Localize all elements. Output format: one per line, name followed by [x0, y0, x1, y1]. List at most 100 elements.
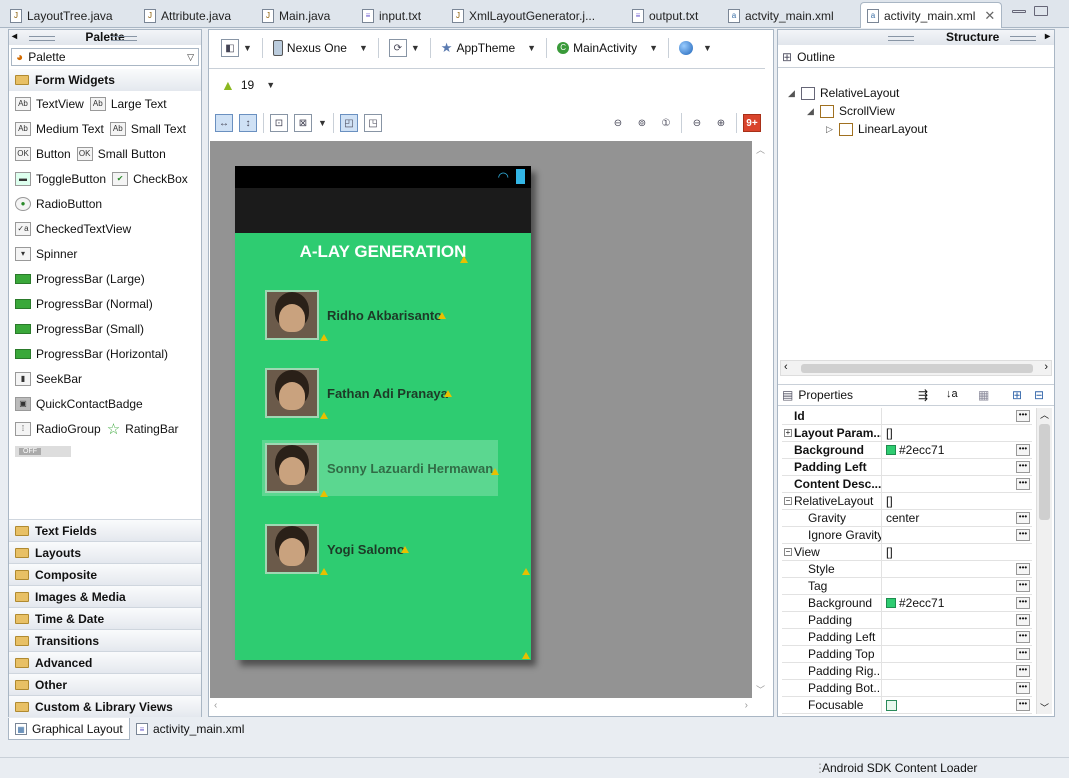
- sort-az-icon[interactable]: ↓a: [946, 388, 958, 400]
- widget-medium-text[interactable]: Ab Medium Text: [15, 121, 104, 136]
- collapse-icon[interactable]: −: [784, 548, 792, 556]
- widget-small-button[interactable]: OK Small Button: [76, 146, 166, 161]
- more-button[interactable]: •••: [1016, 614, 1030, 626]
- tab-activity-main-xml[interactable]: a activity_main.xml ✕: [860, 2, 1003, 28]
- prop-row-gravity[interactable]: Gravity center •••: [782, 510, 1032, 527]
- theme-dropdown[interactable]: ★ AppTheme ▼: [437, 37, 540, 59]
- tab-input-txt[interactable]: ≡ input.txt: [356, 4, 427, 28]
- prop-row-focusable[interactable]: Focusable •••: [782, 697, 1032, 714]
- collapse-left-icon[interactable]: ◂: [12, 30, 17, 44]
- zoom-real-icon[interactable]: ⊚: [633, 114, 651, 132]
- zoom-in-icon[interactable]: ⊕: [712, 114, 730, 132]
- widget-radiobutton[interactable]: ● RadioButton: [15, 196, 102, 211]
- scroll-thumb[interactable]: [801, 364, 1033, 373]
- widget-checkedtextview[interactable]: ✓a CheckedTextView: [15, 221, 131, 236]
- layout-right-icon[interactable]: ◳: [363, 114, 382, 132]
- prop-row-style[interactable]: Style •••: [782, 561, 1032, 578]
- scroll-down-icon[interactable]: ﹀: [756, 683, 765, 696]
- scroll-right-icon[interactable]: ›: [745, 700, 748, 711]
- widget-togglebutton[interactable]: ▬ ToggleButton: [15, 171, 106, 186]
- category-other[interactable]: Other: [9, 673, 201, 695]
- prop-value[interactable]: [882, 697, 1032, 713]
- prop-row-id[interactable]: Id •••: [782, 408, 1032, 425]
- scroll-thumb[interactable]: [1039, 424, 1050, 520]
- expand-all-icon[interactable]: ⊞: [1012, 388, 1022, 402]
- align-icon[interactable]: ⊠: [294, 114, 312, 132]
- prop-row-tag[interactable]: Tag •••: [782, 578, 1032, 595]
- activity-dropdown[interactable]: C MainActivity ▼: [553, 37, 662, 59]
- config-dropdown[interactable]: ◧ ▼: [217, 37, 256, 59]
- prop-row-content-desc[interactable]: Content Desc... •••: [782, 476, 1032, 493]
- more-button[interactable]: •••: [1016, 699, 1030, 711]
- expand-icon[interactable]: +: [784, 429, 792, 437]
- scroll-up-icon[interactable]: ︿: [756, 143, 765, 156]
- prop-row-ignore-gravity[interactable]: Ignore Gravity •••: [782, 527, 1032, 544]
- api-level-dropdown[interactable]: ▲ 19 ▼: [221, 77, 275, 93]
- category-transitions[interactable]: Transitions: [9, 629, 201, 651]
- widget-spinner[interactable]: ▾ Spinner: [15, 246, 77, 261]
- category-form-widgets[interactable]: Form Widgets: [9, 69, 201, 91]
- person-row[interactable]: Fathan Adi Pranaya: [265, 365, 501, 421]
- prop-group-view[interactable]: − View[]: [782, 544, 1032, 561]
- width-fill-icon[interactable]: ↔: [215, 114, 233, 132]
- category-custom-library-views[interactable]: Custom & Library Views: [9, 695, 201, 717]
- collapse-right-icon[interactable]: ▸: [1045, 30, 1050, 44]
- category-text-fields[interactable]: Text Fields: [9, 519, 201, 541]
- prop-row-padding-left[interactable]: Padding Left •••: [782, 459, 1032, 476]
- scroll-up-icon[interactable]: ︿: [1040, 408, 1049, 421]
- more-button[interactable]: •••: [1016, 410, 1030, 422]
- person-row[interactable]: Ridho Akbarisanto: [265, 287, 501, 343]
- expert-props-icon[interactable]: ⇶: [918, 388, 928, 402]
- more-button[interactable]: •••: [1016, 512, 1030, 524]
- widget-button[interactable]: OK Button: [15, 146, 71, 161]
- device-dropdown[interactable]: Nexus One ▼: [269, 37, 372, 59]
- canvas-vertical-scrollbar[interactable]: ︿ ﹀: [752, 141, 770, 698]
- more-button[interactable]: •••: [1016, 631, 1030, 643]
- maximize-icon[interactable]: [1034, 6, 1048, 16]
- height-fill-icon[interactable]: ↕: [239, 114, 257, 132]
- more-button[interactable]: •••: [1016, 444, 1030, 456]
- scroll-left-icon[interactable]: ‹: [784, 361, 788, 373]
- collapse-all-icon[interactable]: ⊟: [1034, 388, 1044, 402]
- prop-row-padding-left-2[interactable]: Padding Left •••: [782, 629, 1032, 646]
- widget-small-text[interactable]: Ab Small Text: [109, 121, 186, 136]
- widget-seekbar[interactable]: ▮ SeekBar: [15, 371, 82, 386]
- widget-radiogroup[interactable]: ⁞ RadioGroup: [15, 421, 101, 436]
- category-layouts[interactable]: Layouts: [9, 541, 201, 563]
- zoom-100-icon[interactable]: ①: [657, 114, 675, 132]
- prop-value[interactable]: #2ecc71: [882, 595, 1032, 611]
- expanded-arrow-icon[interactable]: ◢: [788, 88, 796, 99]
- person-row[interactable]: Yogi Salomo: [265, 521, 501, 577]
- more-button[interactable]: •••: [1016, 461, 1030, 473]
- checkbox[interactable]: [886, 699, 897, 711]
- prop-group-relativelayout[interactable]: − RelativeLayout[]: [782, 493, 1032, 510]
- category-advanced[interactable]: Advanced: [9, 651, 201, 673]
- tree-node-relativelayout[interactable]: ◢ RelativeLayout: [788, 86, 899, 100]
- widget-switch[interactable]: OFF: [15, 445, 71, 457]
- properties-scrollbar[interactable]: ︿ ﹀: [1036, 408, 1052, 714]
- category-composite[interactable]: Composite: [9, 563, 201, 585]
- tab-layouttree-java[interactable]: J LayoutTree.java: [4, 4, 119, 28]
- tree-node-linearlayout[interactable]: ▷ LinearLayout: [826, 122, 927, 136]
- collapsed-arrow-icon[interactable]: ▷: [826, 124, 834, 135]
- close-icon[interactable]: ✕: [984, 8, 995, 24]
- palette-mode-dropdown[interactable]: ◕ Palette ▽: [11, 48, 199, 66]
- chevron-down-icon[interactable]: ▼: [318, 118, 327, 128]
- more-button[interactable]: •••: [1016, 665, 1030, 677]
- layout-canvas[interactable]: ◠ A-LAY GENERATION Ridho Akbarisanto Fat…: [210, 141, 752, 698]
- prop-row-view-background[interactable]: Background #2ecc71 •••: [782, 595, 1032, 612]
- scroll-down-icon[interactable]: ﹀: [1040, 701, 1049, 714]
- tab-actvity-main-xml[interactable]: a actvity_main.xml: [722, 4, 840, 28]
- more-button[interactable]: •••: [1016, 597, 1030, 609]
- tab-xml-source[interactable]: ≡ activity_main.xml: [130, 718, 250, 740]
- orientation-dropdown[interactable]: ⟳ ▼: [385, 37, 424, 59]
- minimize-icon[interactable]: [1012, 10, 1026, 13]
- expanded-arrow-icon[interactable]: ◢: [807, 106, 815, 117]
- prop-row-padding-right[interactable]: Padding Rig... •••: [782, 663, 1032, 680]
- prop-row-layout-params[interactable]: + Layout Param...[]: [782, 425, 1032, 442]
- more-button[interactable]: •••: [1016, 563, 1030, 575]
- scroll-right-icon[interactable]: ›: [1044, 361, 1048, 373]
- tab-attribute-java[interactable]: J Attribute.java: [138, 4, 237, 28]
- widget-progressbar-horizontal[interactable]: ProgressBar (Horizontal): [15, 347, 168, 361]
- collapse-icon[interactable]: −: [784, 497, 792, 505]
